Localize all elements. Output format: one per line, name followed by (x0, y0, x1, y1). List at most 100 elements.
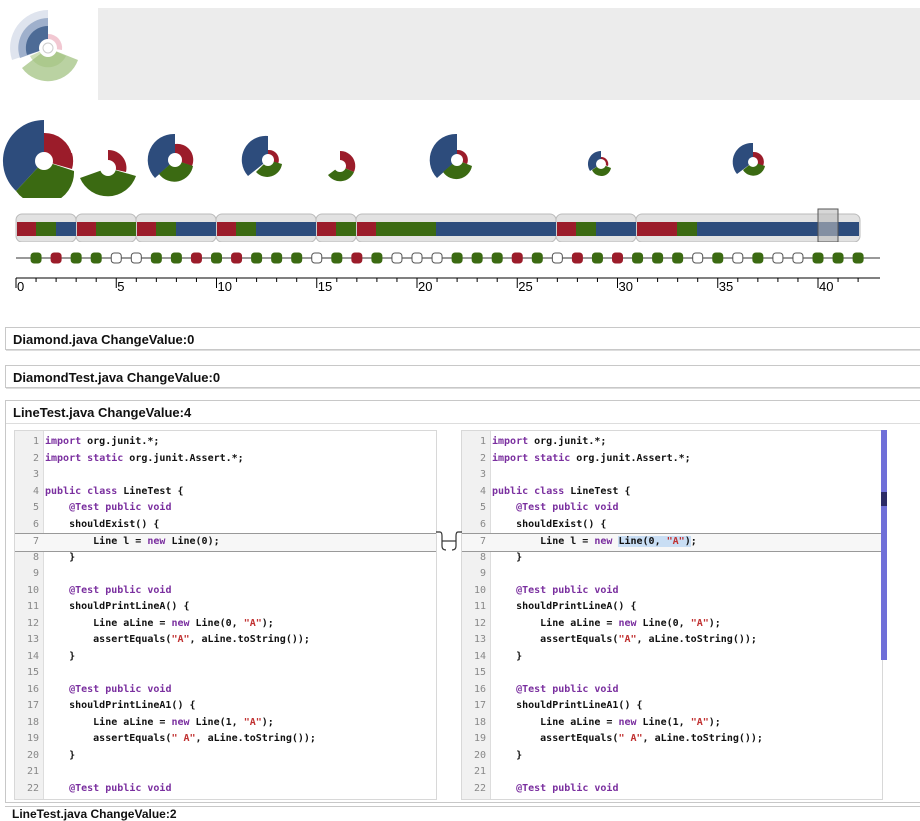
commit-marker[interactable] (391, 252, 403, 264)
code-line[interactable]: 4 public class LineTest { (462, 484, 882, 501)
code-line[interactable]: 20 } (15, 748, 436, 765)
commit-marker[interactable] (311, 252, 323, 264)
commit-marker[interactable] (30, 252, 42, 264)
code-line[interactable]: 19 assertEquals(" A", aLine.toString()); (15, 731, 436, 748)
code-line[interactable]: 5 @Test public void (462, 500, 882, 517)
commit-marker[interactable] (652, 252, 664, 264)
code-line[interactable]: 15 (15, 665, 436, 682)
code-line[interactable]: 10 @Test public void (462, 583, 882, 600)
diff-right-pane[interactable]: 1 import org.junit.*; 2 import static org.j… (461, 430, 883, 800)
diff-left-pane[interactable]: 1 import org.junit.*; 2 import static org.j… (14, 430, 437, 800)
commit-marker[interactable] (752, 252, 764, 264)
code-line[interactable]: 10 @Test public void (15, 583, 436, 600)
commit-glyph[interactable] (147, 133, 194, 182)
code-line[interactable]: 16 @Test public void (462, 682, 882, 699)
commit-marker[interactable] (692, 252, 704, 264)
code-line[interactable]: 22 @Test public void (15, 781, 436, 798)
commit-marker[interactable] (170, 252, 182, 264)
commit-marker[interactable] (271, 252, 283, 264)
code-line[interactable]: 22 @Test public void (462, 781, 882, 798)
commit-marker[interactable] (451, 252, 463, 264)
file-panel-diamondtest[interactable]: DiamondTest.java ChangeValue:0 (5, 365, 920, 389)
commit-marker[interactable] (772, 252, 784, 264)
commit-marker[interactable] (792, 252, 804, 264)
code-line[interactable]: 8 } (15, 550, 436, 567)
commit-marker[interactable] (632, 252, 644, 264)
commit-timeline[interactable]: 0 5 10 15 20 25 30 35 40 (0, 244, 920, 304)
commit-marker[interactable] (291, 252, 303, 264)
commit-marker[interactable] (571, 252, 583, 264)
commit-marker[interactable] (852, 252, 864, 264)
code-line[interactable]: 2 import static org.junit.Assert.*; (462, 451, 882, 468)
commit-marker[interactable] (612, 252, 623, 264)
commit-glyph[interactable] (587, 150, 611, 177)
code-line[interactable]: 15 (462, 665, 882, 682)
commit-marker[interactable] (411, 252, 423, 264)
commit-glyph[interactable] (2, 119, 75, 198)
code-line[interactable]: 2 import static org.junit.Assert.*; (15, 451, 436, 468)
code-line[interactable]: 21 (462, 764, 882, 781)
commit-marker[interactable] (531, 252, 543, 264)
commit-marker[interactable] (732, 252, 744, 264)
code-line[interactable]: 3 (462, 467, 882, 484)
commit-marker[interactable] (812, 252, 824, 264)
code-line[interactable]: 14 } (462, 649, 882, 666)
commit-marker[interactable] (351, 252, 363, 264)
commit-marker[interactable] (110, 252, 122, 264)
code-line[interactable]: 3 (15, 467, 436, 484)
code-line[interactable]: 17 shouldPrintLineA1() { (462, 698, 882, 715)
code-line[interactable]: 12 Line aLine = new Line(0, "A"); (462, 616, 882, 633)
commit-glyph[interactable] (241, 135, 282, 177)
commit-marker[interactable] (190, 252, 202, 264)
code-line[interactable]: 18 Line aLine = new Line(1, "A"); (462, 715, 882, 732)
code-line[interactable]: 12 Line aLine = new Line(0, "A"); (15, 616, 436, 633)
commit-marker[interactable] (150, 252, 162, 264)
code-line[interactable]: 11 shouldPrintLineA() { (15, 599, 436, 616)
commit-marker[interactable] (90, 252, 102, 264)
code-line[interactable]: 13 assertEquals("A", aLine.toString()); (462, 632, 882, 649)
commit-marker[interactable] (551, 252, 563, 264)
code-line[interactable]: 5 @Test public void (15, 500, 436, 517)
code-line[interactable]: 6 shouldExist() { (462, 517, 882, 534)
commit-marker[interactable] (491, 252, 503, 264)
diff-overview-scrollbar[interactable] (881, 430, 887, 660)
commit-glyph[interactable] (328, 150, 356, 182)
commit-marker[interactable] (431, 252, 443, 264)
selection-window[interactable] (817, 208, 839, 242)
diff-overview-marker[interactable] (881, 492, 887, 506)
code-line[interactable]: 4 public class LineTest { (15, 484, 436, 501)
code-line[interactable]: 20 } (462, 748, 882, 765)
commit-marker[interactable] (591, 252, 603, 264)
code-line[interactable]: 17 shouldPrintLineA1() { (15, 698, 436, 715)
code-line[interactable]: 14 } (15, 649, 436, 666)
code-line[interactable]: 8 } (462, 550, 882, 567)
file-panel-next[interactable]: LineTest.java ChangeValue:2 (5, 806, 920, 821)
commit-marker[interactable] (331, 252, 343, 264)
commit-marker[interactable] (130, 252, 142, 264)
code-line[interactable]: 1 import org.junit.*; (15, 434, 436, 451)
code-line[interactable]: 18 Line aLine = new Line(1, "A"); (15, 715, 436, 732)
code-line[interactable]: 19 assertEquals(" A", aLine.toString()); (462, 731, 882, 748)
code-line[interactable]: 13 assertEquals("A", aLine.toString()); (15, 632, 436, 649)
commit-marker[interactable] (712, 252, 724, 264)
code-line[interactable]: 1 import org.junit.*; (462, 434, 882, 451)
commit-glyph[interactable] (429, 133, 472, 180)
commit-marker[interactable] (471, 252, 483, 264)
commit-marker[interactable] (371, 252, 383, 264)
commit-marker[interactable] (832, 252, 844, 264)
commit-marker[interactable] (672, 252, 684, 264)
code-line[interactable]: 16 @Test public void (15, 682, 436, 699)
commit-glyph[interactable] (80, 149, 136, 197)
code-line[interactable]: 9 (15, 566, 436, 583)
code-line[interactable]: 6 shouldExist() { (15, 517, 436, 534)
code-line[interactable]: 11 shouldPrintLineA() { (462, 599, 882, 616)
commit-marker[interactable] (231, 252, 243, 264)
file-panel-diamond[interactable]: Diamond.java ChangeValue:0 (5, 327, 920, 351)
commit-marker[interactable] (511, 252, 523, 264)
code-line[interactable]: 21 (15, 764, 436, 781)
code-line[interactable]: 9 (462, 566, 882, 583)
commit-marker[interactable] (251, 252, 263, 264)
commit-marker[interactable] (211, 252, 222, 264)
commit-glyph[interactable] (732, 142, 765, 176)
commit-marker[interactable] (70, 252, 82, 264)
